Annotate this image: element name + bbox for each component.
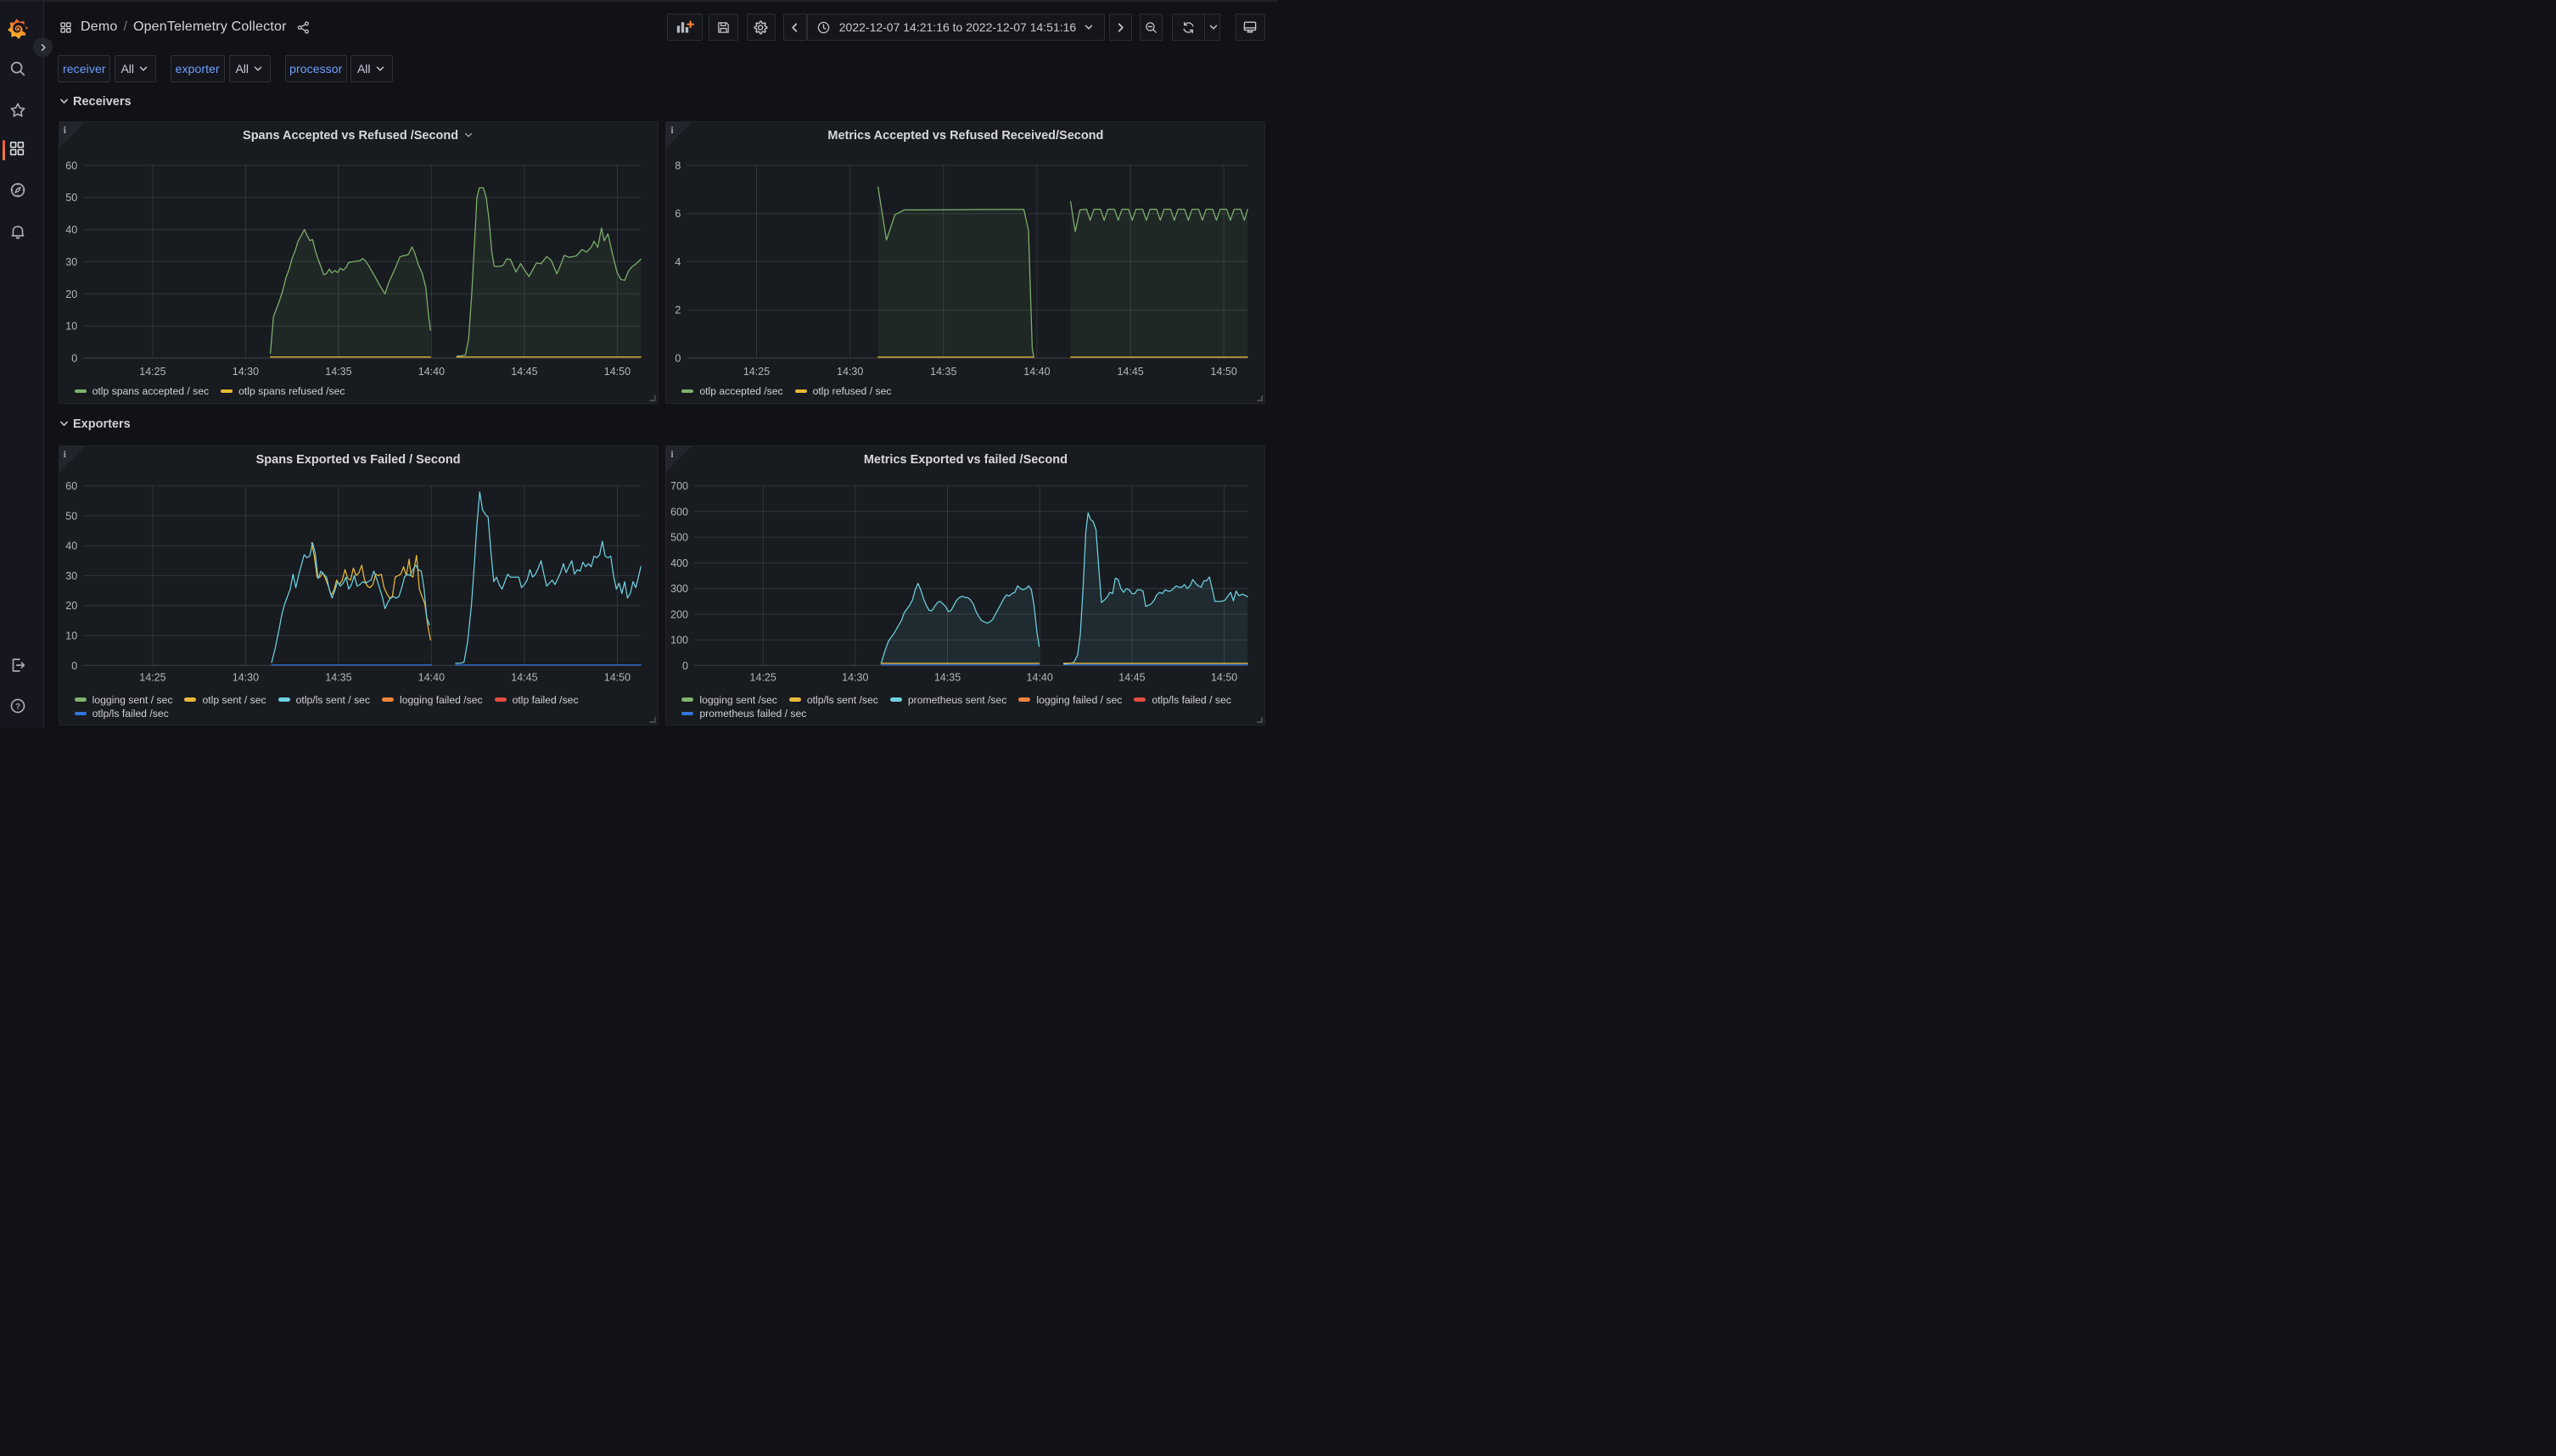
svg-text:0: 0	[675, 353, 681, 365]
svg-text:14:50: 14:50	[603, 672, 630, 684]
svg-text:14:40: 14:40	[418, 672, 444, 684]
svg-text:14:50: 14:50	[1211, 672, 1237, 684]
svg-text:400: 400	[671, 557, 689, 569]
svg-text:10: 10	[65, 321, 77, 333]
svg-text:14:40: 14:40	[1024, 366, 1051, 378]
svg-text:6: 6	[675, 208, 681, 220]
svg-text:14:50: 14:50	[603, 366, 630, 378]
svg-text:0: 0	[71, 353, 77, 365]
svg-text:14:30: 14:30	[232, 672, 258, 684]
svg-text:14:35: 14:35	[934, 672, 961, 684]
svg-text:8: 8	[675, 160, 681, 171]
svg-text:600: 600	[671, 506, 689, 518]
svg-text:14:35: 14:35	[325, 366, 351, 378]
svg-text:14:25: 14:25	[139, 672, 165, 684]
svg-text:60: 60	[65, 480, 77, 492]
svg-text:14:25: 14:25	[743, 366, 770, 378]
svg-text:50: 50	[65, 510, 77, 522]
svg-text:14:30: 14:30	[837, 366, 863, 378]
svg-text:14:40: 14:40	[1027, 672, 1053, 684]
svg-text:300: 300	[671, 583, 689, 595]
svg-text:14:45: 14:45	[1119, 672, 1146, 684]
svg-text:60: 60	[65, 160, 77, 171]
svg-text:40: 40	[65, 540, 77, 552]
svg-text:14:40: 14:40	[418, 366, 444, 378]
svg-text:20: 20	[65, 288, 77, 300]
svg-text:14:30: 14:30	[232, 366, 258, 378]
svg-text:14:30: 14:30	[843, 672, 869, 684]
svg-text:14:25: 14:25	[139, 366, 165, 378]
svg-text:14:35: 14:35	[931, 366, 957, 378]
svg-text:200: 200	[671, 608, 689, 620]
svg-text:14:45: 14:45	[1118, 366, 1144, 378]
svg-text:100: 100	[671, 635, 689, 647]
svg-text:20: 20	[65, 600, 77, 612]
svg-text:?: ?	[15, 703, 20, 712]
svg-text:30: 30	[65, 570, 77, 582]
svg-text:10: 10	[65, 630, 77, 642]
svg-text:500: 500	[671, 532, 689, 544]
svg-text:2: 2	[675, 305, 681, 316]
svg-text:0: 0	[71, 660, 77, 672]
svg-text:700: 700	[671, 480, 689, 492]
svg-text:40: 40	[65, 224, 77, 236]
svg-text:30: 30	[65, 256, 77, 268]
svg-text:0: 0	[682, 660, 688, 672]
svg-text:14:25: 14:25	[750, 672, 776, 684]
svg-text:14:45: 14:45	[511, 366, 537, 378]
svg-text:14:50: 14:50	[1211, 366, 1237, 378]
svg-text:14:45: 14:45	[511, 672, 537, 684]
svg-text:50: 50	[65, 192, 77, 204]
svg-text:4: 4	[675, 256, 681, 268]
svg-text:14:35: 14:35	[325, 672, 351, 684]
